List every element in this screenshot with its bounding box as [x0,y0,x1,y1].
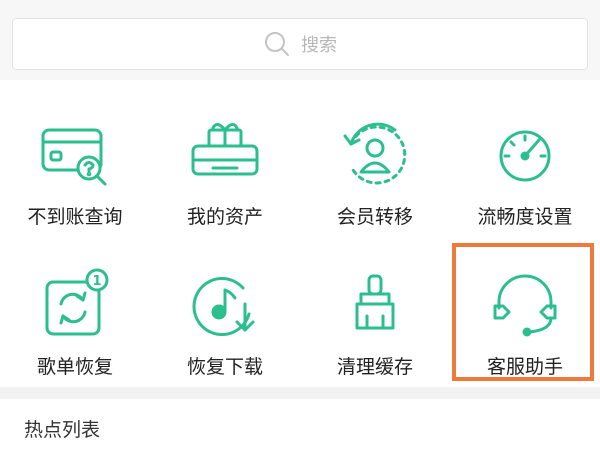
search-placeholder-group: 搜索 [263,30,337,58]
grid-item-clear-cache[interactable]: 清理缓存 [300,230,450,380]
card-question-icon [37,116,113,192]
search-icon [265,32,289,56]
grid-item-restore-download[interactable]: 恢复下载 [150,230,300,380]
grid-item-my-assets[interactable]: 我的资产 [150,80,300,230]
section-title: 热点列表 [24,419,101,441]
playlist-restore-icon: 1 [37,266,113,342]
grid-item-label: 客服助手 [486,356,563,378]
grid-item-customer-service[interactable]: 客服助手 [450,230,600,380]
search-placeholder: 搜索 [301,35,337,56]
grid-item-playlist-restore[interactable]: 1 歌单恢复 [0,230,150,380]
grid-item-unreceived-query[interactable]: 不到账查询 [0,80,150,230]
grid-item-label: 不到账查询 [27,206,123,228]
grid-item-member-transfer[interactable]: 会员转移 [300,80,450,230]
search-input[interactable]: 搜索 [12,18,588,70]
tool-grid: 不到账查询 我的资产 会员转移 流畅度设置 1 歌单恢复 恢复下载 清理缓存 客… [0,80,600,387]
section-divider [0,387,600,399]
brush-icon [337,266,413,342]
search-area: 搜索 [0,0,600,80]
headset-icon [487,266,563,342]
music-download-icon [187,266,263,342]
grid-item-label: 歌单恢复 [36,356,113,378]
grid-item-label: 清理缓存 [336,356,413,378]
grid-item-smoothness-settings[interactable]: 流畅度设置 [450,80,600,230]
gauge-icon [487,116,563,192]
hot-list-section: 热点列表 [0,399,600,450]
badge-count: 1 [92,274,101,289]
user-transfer-icon [337,116,413,192]
grid-item-label: 流畅度设置 [477,206,573,228]
grid-item-label: 恢复下载 [186,356,263,378]
grid-item-label: 我的资产 [186,206,263,228]
grid-item-label: 会员转移 [336,206,413,228]
gift-box-icon [187,116,263,192]
